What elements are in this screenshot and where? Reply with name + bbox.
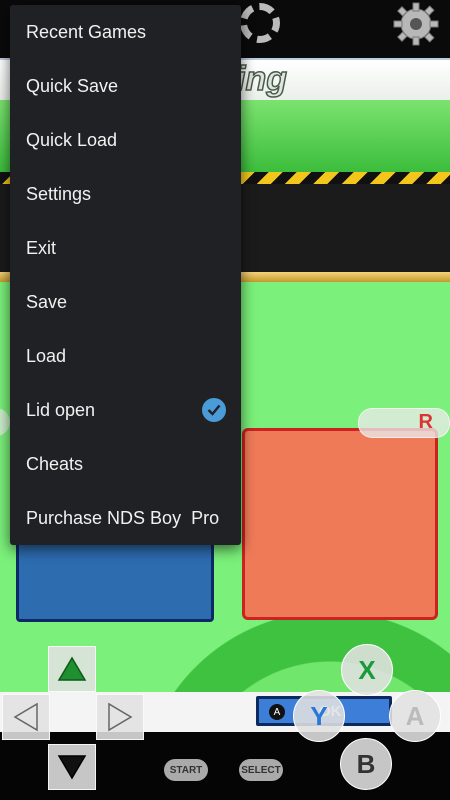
- a-button[interactable]: A: [389, 690, 441, 742]
- menu-item-label: Purchase NDS Boy Pro: [26, 507, 220, 528]
- menu-item-label: Cheats: [26, 453, 84, 474]
- dpad-right-button[interactable]: [96, 694, 144, 740]
- menu-item-label: Lid open: [26, 399, 96, 420]
- menu-item-quick-load[interactable]: Quick Load: [10, 113, 241, 167]
- menu-item-label: Settings: [26, 183, 92, 204]
- menu-item-label: Save: [26, 291, 68, 312]
- dpad-down-button[interactable]: [48, 744, 96, 790]
- arrow-left-icon: [13, 702, 38, 732]
- arrow-down-icon: [57, 755, 87, 780]
- menu-item-save[interactable]: Save: [10, 275, 241, 329]
- menu-item-exit[interactable]: Exit: [10, 221, 241, 275]
- arrow-right-icon: [108, 702, 133, 732]
- x-button[interactable]: X: [341, 644, 393, 696]
- overflow-menu: Recent Games Quick Save Quick Load Setti…: [10, 5, 241, 545]
- arrow-up-icon: [57, 656, 87, 681]
- menu-item-label: Load: [26, 345, 67, 366]
- menu-item-label: Quick Save: [26, 75, 119, 96]
- gear-icon[interactable]: [388, 2, 444, 46]
- checkmark-icon[interactable]: [202, 398, 226, 422]
- shoulder-right-label: R: [418, 411, 433, 433]
- start-button[interactable]: START: [164, 759, 208, 781]
- a-glyph-icon: A: [269, 704, 285, 720]
- orange-panel[interactable]: [242, 428, 438, 620]
- menu-item-recent-games[interactable]: Recent Games: [10, 5, 241, 59]
- menu-item-quick-save[interactable]: Quick Save: [10, 59, 241, 113]
- menu-item-lid-open[interactable]: Lid open: [10, 383, 241, 437]
- blue-panel[interactable]: [16, 540, 214, 622]
- game-title-fragment: ing: [235, 59, 287, 99]
- select-button[interactable]: SELECT: [239, 759, 283, 781]
- menu-item-load[interactable]: Load: [10, 329, 241, 383]
- menu-item-label: Recent Games: [26, 21, 147, 42]
- ring-icon[interactable]: [240, 3, 280, 43]
- menu-item-label: Exit: [26, 237, 57, 258]
- y-button[interactable]: Y: [293, 690, 345, 742]
- b-button[interactable]: B: [340, 738, 392, 790]
- menu-item-purchase-pro[interactable]: Purchase NDS Boy Pro: [10, 491, 241, 545]
- dpad-up-button[interactable]: [48, 646, 96, 692]
- dpad-left-button[interactable]: [2, 694, 50, 740]
- menu-item-label: Quick Load: [26, 129, 118, 150]
- menu-item-settings[interactable]: Settings: [10, 167, 241, 221]
- menu-item-cheats[interactable]: Cheats: [10, 437, 241, 491]
- shoulder-right-button[interactable]: R: [358, 408, 450, 438]
